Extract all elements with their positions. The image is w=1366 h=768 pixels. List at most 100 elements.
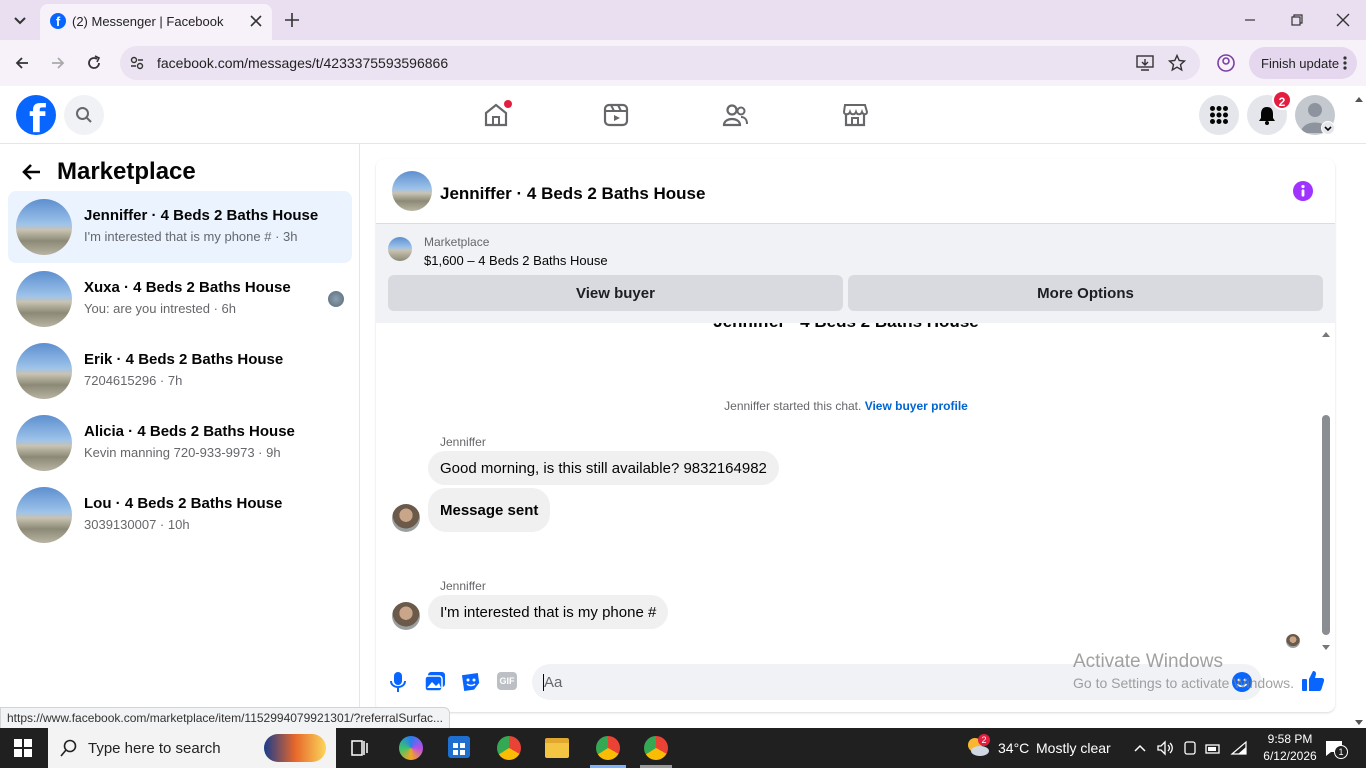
conversation-item[interactable]: Lou · 4 Beds 2 Baths House 3039130007 · … [8, 479, 352, 551]
profile-icon[interactable] [1216, 53, 1236, 73]
conversation-item[interactable]: Jenniffer · 4 Beds 2 Baths House I'm int… [8, 191, 352, 263]
chrome-window-icon[interactable] [644, 736, 668, 760]
listing-thumbnail [16, 343, 72, 399]
taskbar-search-box[interactable]: Type here to search [48, 728, 336, 768]
photo-icon[interactable] [424, 671, 446, 693]
chrome-profile-icon[interactable] [497, 736, 521, 760]
scroll-down-arrow[interactable] [1321, 639, 1331, 650]
chrome-active-icon[interactable] [596, 736, 620, 760]
conversation-item[interactable]: Alicia · 4 Beds 2 Baths House Kevin mann… [8, 407, 352, 479]
listing-title[interactable]: $1,600 – 4 Beds 2 Baths House [424, 253, 608, 268]
seen-receipt-avatar [1286, 634, 1300, 648]
gif-button[interactable]: GIF [497, 672, 517, 690]
started-text: Jenniffer started this chat. [724, 399, 862, 413]
restore-icon[interactable] [1287, 10, 1307, 30]
url-text[interactable]: facebook.com/messages/t/4233375593596866 [157, 55, 448, 71]
more-options-button[interactable]: More Options [848, 275, 1323, 311]
conversation-item[interactable]: Erik · 4 Beds 2 Baths House 7204615296 ·… [8, 335, 352, 407]
window-close-icon[interactable] [1333, 10, 1353, 30]
volume-icon[interactable] [1156, 740, 1174, 756]
page-scroll-down-arrow[interactable] [1354, 714, 1364, 725]
menu-grid-button[interactable] [1199, 95, 1239, 135]
message-bubble[interactable]: I'm interested that is my phone # [428, 595, 669, 629]
clock-time[interactable]: 9:58 PM [1260, 732, 1320, 746]
scrollbar-thumb[interactable] [1322, 415, 1330, 635]
address-bar[interactable]: facebook.com/messages/t/4233375593596866 [120, 46, 1200, 80]
like-thumb-icon[interactable] [1301, 669, 1325, 693]
conversation-item[interactable]: Xuxa · 4 Beds 2 Baths House You: are you… [8, 263, 352, 335]
new-tab-plus-icon[interactable] [282, 10, 302, 30]
windows-taskbar: Type here to search 2 34°C Mostly clear … [0, 728, 1366, 768]
marketplace-listing-bar: Marketplace $1,600 – 4 Beds 2 Baths Hous… [376, 223, 1335, 323]
chat-avatar[interactable] [392, 171, 432, 211]
sender-name: Jenniffer [440, 579, 486, 593]
conversation-title: Alicia · 4 Beds 2 Baths House [84, 423, 295, 440]
scroll-up-arrow[interactable] [1321, 325, 1331, 337]
page-scroll-up-arrow[interactable] [1354, 90, 1364, 102]
weather-text[interactable]: Mostly clear [1036, 740, 1111, 756]
notification-center-icon[interactable]: 1 [1324, 739, 1348, 759]
forward-arrow-icon[interactable] [48, 53, 68, 73]
tab-list-chevron-icon[interactable] [8, 10, 32, 30]
bookmark-star-icon[interactable] [1167, 53, 1187, 72]
activate-windows-watermark: Activate Windows Go to Settings to activ… [1073, 651, 1294, 691]
clock-date[interactable]: 6/12/2026 [1260, 749, 1320, 763]
battery-icon[interactable] [1205, 740, 1221, 756]
message-text: Message sent [440, 501, 539, 519]
minimize-icon[interactable] [1240, 12, 1260, 28]
message-bubble[interactable]: Good morning, is this still available? 9… [428, 451, 779, 485]
chat-title[interactable]: Jenniffer · 4 Beds 2 Baths House [440, 184, 705, 204]
friends-nav-icon[interactable] [721, 101, 749, 129]
task-view-icon[interactable] [350, 738, 370, 758]
store-icon[interactable] [448, 736, 470, 758]
listing-thumbnail [16, 271, 72, 327]
tab-messenger[interactable]: f (2) Messenger | Facebook [40, 4, 272, 40]
input-placeholder: Aa [544, 674, 563, 691]
tab-close-icon[interactable] [248, 13, 264, 29]
microphone-icon[interactable] [388, 671, 408, 693]
notification-badge: 2 [1272, 90, 1292, 110]
windows-start-icon[interactable] [14, 739, 32, 757]
sender-avatar[interactable] [392, 602, 420, 630]
wifi-icon[interactable] [1230, 740, 1248, 756]
finish-update-label: Finish update [1261, 55, 1340, 71]
message-text: I'm interested that is my phone # [440, 603, 657, 621]
listing-thumbnail [16, 199, 72, 255]
grid-icon [1210, 106, 1228, 124]
gif-label: GIF [499, 676, 515, 686]
info-icon[interactable] [1293, 181, 1313, 201]
weather-icon[interactable]: 2 [966, 734, 990, 758]
back-arrow-icon[interactable] [12, 53, 32, 73]
conversation-title: Erik · 4 Beds 2 Baths House [84, 351, 284, 368]
file-explorer-icon[interactable] [545, 738, 569, 758]
conversation-title: Jenniffer · 4 Beds 2 Baths House [84, 207, 319, 224]
meet-icon[interactable] [1182, 740, 1198, 756]
view-buyer-button[interactable]: View buyer [388, 275, 843, 311]
conversation-snippet: You: are you intrested · 6h [84, 301, 237, 316]
account-chevron-icon[interactable] [1321, 121, 1335, 135]
home-nav-icon[interactable] [482, 100, 512, 129]
home-unread-dot [504, 100, 512, 108]
copilot-icon[interactable] [399, 736, 423, 760]
chat-start-notice: Jenniffer started this chat. View buyer … [376, 399, 1316, 413]
watermark-line2: Go to Settings to activate Windows. [1073, 675, 1294, 691]
back-arrow-icon[interactable] [20, 160, 44, 184]
tray-chevron-icon[interactable] [1132, 740, 1148, 756]
view-buyer-profile-link[interactable]: View buyer profile [865, 399, 968, 413]
install-app-icon[interactable] [1136, 54, 1154, 72]
sender-avatar[interactable] [392, 504, 420, 532]
listing-thumbnail [16, 487, 72, 543]
read-receipt-avatar [328, 291, 344, 307]
sticker-icon[interactable] [460, 671, 482, 693]
search-button[interactable] [64, 95, 104, 135]
video-nav-icon[interactable] [602, 101, 630, 129]
facebook-logo-icon[interactable]: f [16, 95, 56, 135]
temperature[interactable]: 34°C [998, 740, 1029, 756]
conversation-snippet: Kevin manning 720-933-9973 · 9h [84, 445, 281, 460]
reload-icon[interactable] [84, 53, 104, 73]
finish-update-button[interactable]: Finish update [1249, 47, 1357, 79]
listing-thumbnail[interactable] [388, 237, 412, 261]
site-settings-icon[interactable] [128, 54, 146, 72]
message-bubble[interactable]: Message sent [428, 488, 551, 532]
marketplace-nav-icon[interactable] [841, 101, 869, 129]
